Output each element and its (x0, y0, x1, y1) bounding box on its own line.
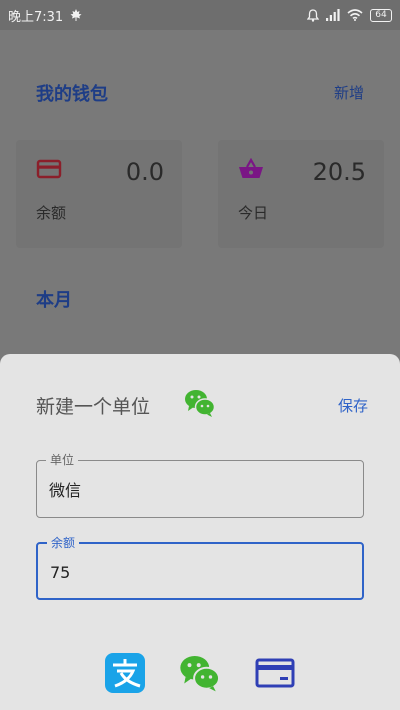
maple-leaf-icon (70, 9, 82, 21)
sheet-title: 新建一个单位 (36, 396, 151, 418)
balance-value: 0.0 (125, 158, 164, 186)
add-button[interactable]: 新增 (334, 82, 364, 103)
alipay-option[interactable] (104, 652, 146, 694)
new-unit-sheet: 新建一个单位 保存 单位 余额 (0, 354, 400, 710)
unit-input[interactable] (49, 477, 349, 501)
wechat-icon (180, 655, 221, 692)
basket-icon (239, 158, 263, 178)
alipay-icon (105, 653, 145, 693)
balance-card[interactable]: 0.0 余额 (16, 140, 182, 248)
month-title: 本月 (36, 290, 72, 311)
status-left: 晚上7:31 (8, 6, 83, 25)
balance-field[interactable]: 余额 (36, 535, 364, 600)
credit-card-icon (36, 159, 62, 179)
status-bar: 晚上7:31 64 (0, 0, 400, 30)
status-time: 晚上7:31 (8, 9, 64, 25)
unit-field[interactable]: 单位 (36, 452, 364, 518)
wallet-title: 我的钱包 (36, 84, 108, 105)
wechat-option[interactable] (179, 652, 221, 694)
balance-field-label: 余额 (47, 535, 80, 551)
save-button[interactable]: 保存 (338, 395, 368, 416)
card-icon (255, 658, 295, 688)
today-card[interactable]: 20.5 今日 (218, 140, 384, 248)
card-option[interactable] (254, 652, 296, 694)
alarm-bell-icon (307, 8, 319, 22)
signal-icon (326, 9, 340, 21)
status-right: 64 (307, 8, 392, 22)
unit-field-label: 单位 (46, 452, 79, 468)
wechat-icon (185, 390, 216, 417)
battery-icon: 64 (370, 8, 392, 22)
balance-input[interactable] (50, 560, 350, 584)
today-label: 今日 (238, 204, 269, 222)
balance-label: 余额 (36, 204, 67, 222)
today-value: 20.5 (312, 158, 366, 186)
wifi-icon (347, 9, 363, 21)
